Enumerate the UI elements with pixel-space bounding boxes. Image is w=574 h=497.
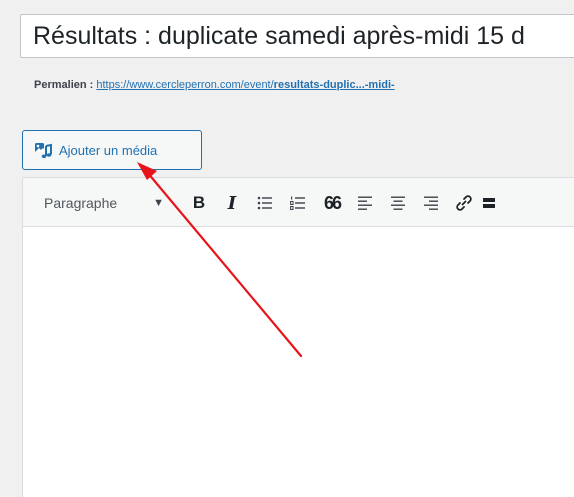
toolbar-toggle-button[interactable] <box>481 190 499 216</box>
link-icon <box>456 195 472 211</box>
caret-down-icon: ▼ <box>153 197 164 209</box>
bulleted-list-button[interactable] <box>252 190 278 216</box>
toolbar-toggle-icon <box>483 198 495 208</box>
editor-content-area[interactable] <box>23 227 574 497</box>
align-right-button[interactable] <box>418 190 444 216</box>
permalink-row: Permalien : https://www.cercleperron.com… <box>34 79 395 91</box>
post-title-input[interactable]: Résultats : duplicate samedi après-midi … <box>20 14 574 58</box>
add-media-label: Ajouter un média <box>59 142 158 158</box>
align-left-icon <box>358 196 372 210</box>
blockquote-button[interactable]: 66 <box>319 190 345 216</box>
align-center-button[interactable] <box>385 190 411 216</box>
align-left-button[interactable] <box>352 190 378 216</box>
blockquote-icon: 66 <box>323 192 342 213</box>
permalink-url-prefix: https://www.cercleperron.com/event/ <box>96 79 274 91</box>
permalink-link[interactable]: https://www.cercleperron.com/event/resul… <box>96 79 394 91</box>
align-center-icon <box>391 196 405 210</box>
admin-gutter <box>0 0 8 488</box>
classic-editor: Paragraphe ▼ B I 66 <box>22 177 574 497</box>
numbered-list-icon <box>290 196 305 210</box>
permalink-url-slug: resultats-duplic...-midi- <box>273 79 395 91</box>
bold-icon: B <box>192 193 206 212</box>
editor-toolbar: Paragraphe ▼ B I 66 <box>23 178 574 227</box>
bold-button[interactable]: B <box>186 190 212 216</box>
numbered-list-button[interactable] <box>285 190 311 216</box>
italic-icon: I <box>227 192 237 214</box>
permalink-label: Permalien : <box>34 79 94 91</box>
italic-button[interactable]: I <box>219 190 245 216</box>
add-media-icon <box>33 140 53 160</box>
post-title-text: Résultats : duplicate samedi après-midi … <box>33 22 525 50</box>
format-select-value: Paragraphe <box>44 195 118 211</box>
format-select[interactable]: Paragraphe ▼ <box>33 190 173 216</box>
add-media-button[interactable]: Ajouter un média <box>22 130 202 170</box>
align-right-icon <box>424 196 438 210</box>
link-button[interactable] <box>451 190 477 216</box>
bulleted-list-icon <box>257 196 272 210</box>
